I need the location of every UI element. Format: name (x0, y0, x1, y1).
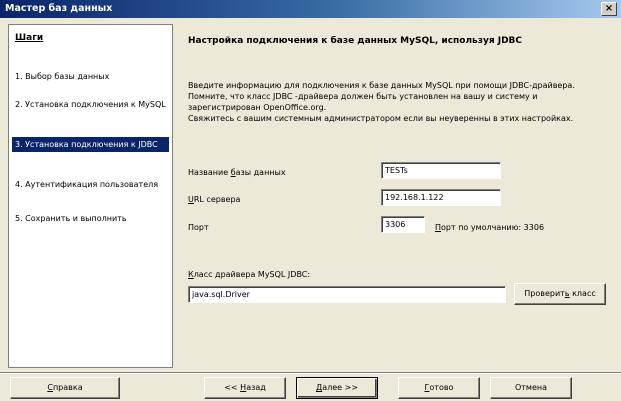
db-name-label: Название базы данных (188, 168, 286, 177)
steps-title: Шаги (15, 33, 44, 43)
driver-class-label: Класс драйвера MySQL JDBC: (188, 270, 311, 279)
sidebar-item-jdbc-connection[interactable]: 3. Установка подключения к JDBC (12, 137, 169, 152)
back-button[interactable]: << Назад (204, 377, 286, 399)
test-class-button[interactable]: Проверить класс (514, 283, 606, 305)
main-content: Настройка подключения к базе данных MySQ… (182, 24, 615, 368)
finish-button[interactable]: Готово (398, 377, 480, 399)
cancel-button[interactable]: Отмена (490, 377, 572, 399)
footer-separator (0, 372, 621, 374)
port-label: Порт (188, 223, 209, 232)
window-title: Мастер баз данных (5, 3, 113, 14)
sidebar-item-save-and-proceed[interactable]: 5. Сохранить и выполнить (12, 211, 169, 226)
sidebar-item-mysql-connection[interactable]: 2. Установка подключения к MySQL (12, 97, 169, 112)
server-url-input[interactable]: 192.168.1.122 (381, 189, 501, 206)
help-button[interactable]: Справка (10, 377, 120, 399)
server-url-label: URL сервера (188, 195, 241, 204)
sidebar-item-select-database[interactable]: 1. Выбор базы данных (12, 69, 169, 84)
sidebar-item-user-authentication[interactable]: 4. Аутентификация пользователя (12, 177, 169, 192)
steps-sidebar: Шаги 1. Выбор базы данных 2. Установка п… (8, 24, 173, 368)
db-name-input[interactable]: TESTs (381, 162, 501, 179)
database-wizard-window: Мастер баз данных × Шаги 1. Выбор базы д… (0, 0, 621, 401)
default-port-label: Порт по умолчанию: 3306 (435, 223, 545, 232)
page-title: Настройка подключения к базе данных MySQ… (188, 36, 523, 46)
title-bar[interactable]: Мастер баз данных × (0, 0, 621, 18)
port-input[interactable]: 3306 (381, 216, 425, 233)
driver-class-input[interactable]: java.sql.Driver (188, 286, 506, 303)
close-icon: × (604, 3, 614, 14)
close-button[interactable]: × (601, 2, 617, 16)
description-text: Введите информацию для подключения к баз… (188, 81, 575, 123)
next-button[interactable]: Далее >> (296, 377, 378, 399)
